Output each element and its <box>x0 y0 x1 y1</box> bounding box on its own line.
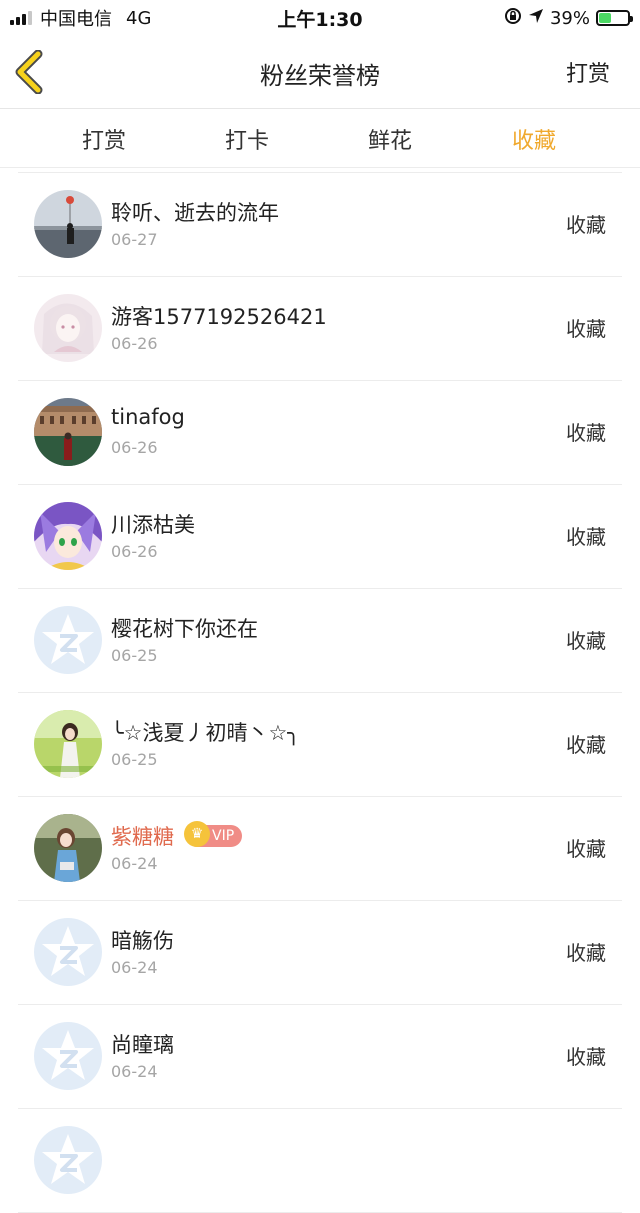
avatar[interactable] <box>34 190 102 258</box>
back-button[interactable] <box>12 49 52 95</box>
chevron-left-icon <box>15 49 43 95</box>
item-action: 收藏 <box>566 733 606 757</box>
avatar[interactable] <box>34 918 102 986</box>
item-action: 收藏 <box>566 317 606 341</box>
user-name: 聆听、逝去的流年 <box>111 201 279 225</box>
page-title: 粉丝荣誉榜 <box>260 62 380 90</box>
default-avatar-icon <box>34 1022 102 1090</box>
list-item[interactable]: 聆听、逝去的流年 06-27 收藏 <box>18 173 622 277</box>
battery-icon <box>596 10 633 26</box>
item-date: 06-24 <box>111 958 158 977</box>
item-date: 06-24 <box>111 854 158 873</box>
status-bar: 中国电信 4G 上午1:30 39% <box>0 0 640 36</box>
tab-reward[interactable]: 打赏 <box>59 123 149 155</box>
location-icon <box>528 8 544 29</box>
item-date: 06-24 <box>111 1062 158 1081</box>
user-name: ╰☆浅夏丿初晴丶☆╮ <box>111 721 300 745</box>
list-item[interactable]: 游客1577192526421 06-26 收藏 <box>18 277 622 381</box>
battery-percent: 39% <box>549 7 590 29</box>
tab-flowers[interactable]: 鲜花 <box>345 123 435 155</box>
user-name: 尚瞳璃 <box>111 1033 174 1057</box>
item-action: 收藏 <box>566 1045 606 1069</box>
reward-button[interactable]: 打赏 <box>566 56 610 88</box>
list-item[interactable] <box>18 1109 622 1213</box>
user-name: 紫糖糖 ♛ VIP <box>111 821 243 851</box>
avatar[interactable] <box>34 710 102 778</box>
item-action: 收藏 <box>566 629 606 653</box>
vip-badge: ♛ VIP <box>184 821 243 847</box>
item-date: 06-26 <box>111 542 158 561</box>
vip-label: VIP <box>212 828 235 844</box>
avatar[interactable] <box>34 606 102 674</box>
user-name: 川添枯美 <box>111 513 195 537</box>
list-item[interactable]: 暗觞伤 06-24 收藏 <box>18 901 622 1005</box>
tab-favorites[interactable]: 收藏 <box>489 123 579 155</box>
item-date: 06-25 <box>111 750 158 769</box>
user-name: 游客1577192526421 <box>111 305 327 329</box>
list-item[interactable]: 紫糖糖 ♛ VIP 06-24 收藏 <box>18 797 622 901</box>
list-item[interactable]: 尚瞳璃 06-24 收藏 <box>18 1005 622 1109</box>
crown-icon: ♛ <box>184 821 210 847</box>
avatar[interactable] <box>34 398 102 466</box>
user-name: 暗觞伤 <box>111 929 174 953</box>
item-action: 收藏 <box>566 941 606 965</box>
item-date: 06-26 <box>111 334 158 353</box>
item-date: 06-25 <box>111 646 158 665</box>
item-date: 06-27 <box>111 230 158 249</box>
user-name: tinafog <box>111 405 185 429</box>
item-action: 收藏 <box>566 421 606 445</box>
avatar[interactable] <box>34 1022 102 1090</box>
item-action: 收藏 <box>566 525 606 549</box>
item-date: 06-26 <box>111 438 158 457</box>
user-name-text: 紫糖糖 <box>111 825 174 849</box>
list-item[interactable]: 樱花树下你还在 06-25 收藏 <box>18 589 622 693</box>
status-right: 39% <box>504 5 633 31</box>
default-avatar-icon <box>34 918 102 986</box>
tab-checkin[interactable]: 打卡 <box>202 123 292 155</box>
tab-bar: 打赏 打卡 鲜花 收藏 <box>0 109 640 168</box>
user-name: 樱花树下你还在 <box>111 617 258 641</box>
fan-list: 聆听、逝去的流年 06-27 收藏 游客1577192526421 06-26 … <box>0 173 640 1213</box>
avatar[interactable] <box>34 294 102 362</box>
list-item[interactable]: 川添枯美 06-26 收藏 <box>18 485 622 589</box>
list-item[interactable]: ╰☆浅夏丿初晴丶☆╮ 06-25 收藏 <box>18 693 622 797</box>
list-item[interactable]: tinafog 06-26 收藏 <box>18 381 622 485</box>
avatar[interactable] <box>34 502 102 570</box>
avatar[interactable] <box>34 1126 102 1194</box>
item-action: 收藏 <box>566 213 606 237</box>
rotation-lock-icon <box>504 7 522 30</box>
avatar[interactable] <box>34 814 102 882</box>
default-avatar-icon <box>34 606 102 674</box>
nav-bar: 粉丝荣誉榜 打赏 <box>0 36 640 109</box>
item-action: 收藏 <box>566 837 606 861</box>
default-avatar-icon <box>34 1126 102 1194</box>
